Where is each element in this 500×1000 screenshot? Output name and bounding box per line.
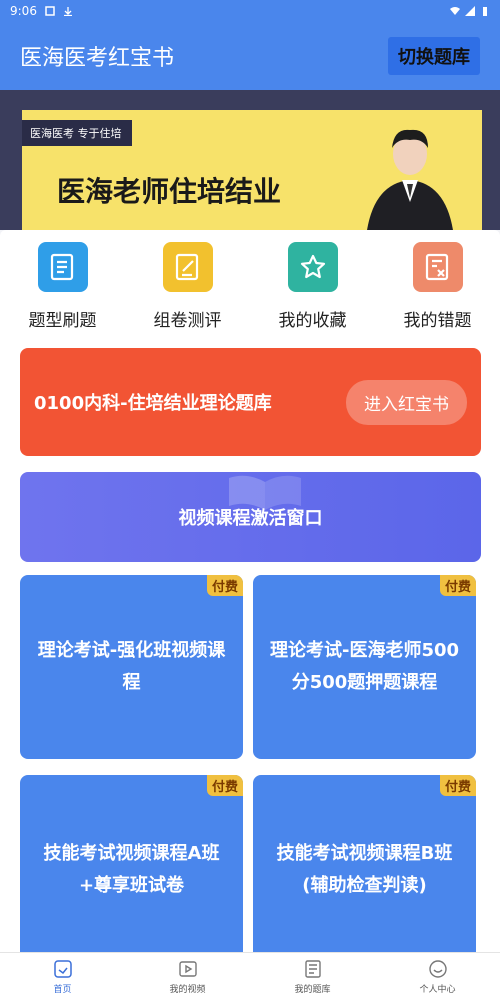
profile-icon <box>428 959 447 978</box>
quick-item-question-types[interactable]: 题型刷题 <box>0 242 125 337</box>
promo-banner[interactable]: 医海医考 专于住培 医海老师住培结业 <box>0 90 500 230</box>
star-icon <box>287 242 338 292</box>
nav-label: 我的题库 <box>294 984 331 995</box>
question-list-icon <box>37 242 88 292</box>
banner-panel: 医海医考 专于住培 医海老师住培结业 <box>22 110 482 230</box>
quick-actions: 题型刷题 组卷测评 我的收藏 我的错题 <box>0 242 500 337</box>
nav-label: 我的视频 <box>169 984 206 995</box>
app-header: 医海医考红宝书 切换题库 <box>0 22 500 90</box>
nav-home[interactable]: 首页 <box>0 953 125 1000</box>
question-bank-icon <box>304 959 321 978</box>
question-bank-card[interactable]: 0100内科-住培结业理论题库 进入红宝书 <box>20 348 481 456</box>
paid-badge: 付费 <box>206 775 243 796</box>
nav-profile[interactable]: 个人中心 <box>375 953 500 1000</box>
course-card[interactable]: 技能考试视频课程B班(辅助检查判读) 付费 <box>253 775 476 952</box>
notification-a-icon <box>45 6 55 16</box>
course-card[interactable]: 理论考试-医海老师500分500题押题课程 付费 <box>253 575 476 759</box>
wrong-note-icon <box>412 242 463 292</box>
enter-redbook-button[interactable]: 进入红宝书 <box>346 379 467 425</box>
home-icon <box>53 959 72 978</box>
battery-icon <box>483 7 487 16</box>
course-title: 技能考试视频课程A班+尊享班试卷 <box>43 843 220 896</box>
status-time: 9:06 <box>10 4 37 18</box>
main-content: 题型刷题 组卷测评 我的收藏 我的错题 0100内科-住培结业理论题库 进入红宝… <box>0 230 500 952</box>
course-title: 技能考试视频课程B班(辅助检查判读) <box>276 843 453 896</box>
edit-paper-icon <box>162 242 213 292</box>
quick-item-wrong-questions[interactable]: 我的错题 <box>375 242 500 337</box>
video-activation-label: 视频课程激活窗口 <box>178 508 323 529</box>
question-bank-title: 0100内科-住培结业理论题库 <box>34 393 272 414</box>
nav-label: 个人中心 <box>419 984 456 995</box>
quick-label: 我的错题 <box>403 311 472 331</box>
teacher-photo <box>367 129 453 230</box>
quick-label: 组卷测评 <box>153 311 222 331</box>
switch-bank-button[interactable]: 切换题库 <box>388 37 480 75</box>
banner-headline: 医海老师住培结业 <box>57 175 282 208</box>
course-card[interactable]: 理论考试-强化班视频课程 付费 <box>20 575 243 759</box>
video-activation-button[interactable]: 视频课程激活窗口 <box>20 472 481 562</box>
paid-badge: 付费 <box>206 575 243 596</box>
signal-icon <box>465 6 475 16</box>
bottom-nav: 首页 我的视频 我的题库 个人中心 <box>0 952 500 1000</box>
banner-tag: 医海医考 专于住培 <box>22 120 132 146</box>
quick-label: 我的收藏 <box>278 311 347 331</box>
paid-badge: 付费 <box>439 775 476 796</box>
app-title: 医海医考红宝书 <box>20 46 175 71</box>
nav-label: 首页 <box>53 984 72 995</box>
quick-item-paper-test[interactable]: 组卷测评 <box>125 242 250 337</box>
video-icon <box>178 960 197 977</box>
nav-my-question-bank[interactable]: 我的题库 <box>250 953 375 1000</box>
course-title: 理论考试-强化班视频课程 <box>37 640 226 693</box>
nav-my-videos[interactable]: 我的视频 <box>125 953 250 1000</box>
quick-label: 题型刷题 <box>28 311 97 331</box>
quick-item-favorites[interactable]: 我的收藏 <box>250 242 375 337</box>
course-title: 理论考试-医海老师500分500题押题课程 <box>269 640 460 693</box>
paid-badge: 付费 <box>439 575 476 596</box>
wifi-icon <box>450 7 460 15</box>
course-card[interactable]: 技能考试视频课程A班+尊享班试卷 付费 <box>20 775 243 952</box>
status-bar: 9:06 <box>0 0 500 22</box>
download-icon <box>63 7 72 16</box>
